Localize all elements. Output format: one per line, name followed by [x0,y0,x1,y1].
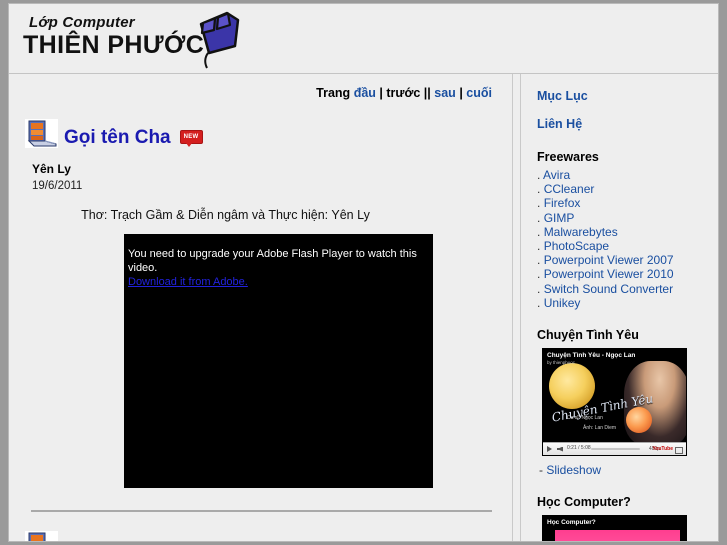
bullet-dot: . [537,224,541,239]
video-thumbnail-chuyen-tinh-yeu[interactable]: Chuyện Tình Yêu - Ngọc Lan by thienphuoc… [542,348,687,457]
sidebar-section-freewares: Freewares [537,150,599,164]
pager-prev-link[interactable]: trước [386,86,420,100]
list-item: . CCleaner [537,182,708,196]
list-item: . Powerpoint Viewer 2007 [537,253,708,267]
bullet-dot: . [537,267,541,282]
new-badge: NEW [179,130,203,147]
play-icon[interactable] [547,446,552,453]
brand-title: THIÊN PHƯỚC [23,31,205,59]
list-item: . Powerpoint Viewer 2010 [537,267,708,281]
brand-subtitle: Lớp Computer [29,14,135,31]
video-thumbnail-title: Học Computer? [547,519,596,527]
pager-next-link[interactable]: sau [434,86,456,100]
freeware-link-powerpoint-viewer-2007[interactable]: Powerpoint Viewer 2007 [544,253,674,267]
sidebar: Mục Lục Liên Hệ Freewares . Avira . CCle… [520,74,718,541]
list-item: . Malwarebytes [537,225,708,239]
list-item: . PhotoScape [537,239,708,253]
freeware-link-firefox[interactable]: Firefox [544,196,581,210]
bullet-dot: . [537,210,541,225]
sidebar-item-lien-he[interactable]: Liên Hệ [537,116,708,132]
freeware-link-powerpoint-viewer-2010[interactable]: Powerpoint Viewer 2010 [544,267,674,281]
bullet-dot: . [537,253,541,268]
video-credit-photo: Ảnh: Lan Diem [583,425,617,432]
slideshow-link[interactable]: Slideshow [546,463,601,477]
freeware-link-ccleaner[interactable]: CCleaner [544,182,595,196]
bullet-dot: . [537,295,541,310]
sidebar-section-hoc-computer: Học Computer? [537,495,631,510]
article-author: Yên Ly [32,162,71,176]
fullscreen-icon[interactable] [675,446,683,454]
list-item: . Avira [537,168,708,182]
freewares-list: . Avira . CCleaner . Firefox . GIMP . Ma… [537,168,708,310]
article-date: 19/6/2011 [32,180,83,192]
freeware-link-unikey[interactable]: Unikey [544,296,581,310]
flash-video-placeholder[interactable]: You need to upgrade your Adobe Flash Pla… [124,234,433,488]
video-thumbnail-hoc-computer[interactable]: Học Computer? You're Beautiful [542,515,687,541]
book-icon [25,119,58,148]
freeware-link-switch-sound-converter[interactable]: Switch Sound Converter [544,282,673,296]
rose-graphic [626,407,652,434]
article-papa: Papa NEW [19,512,504,542]
article-header: Gọi tên Cha NEW [25,114,504,148]
list-item: . Switch Sound Converter [537,282,708,296]
video-thumbnail-uploader: by thienphuoc [547,360,576,366]
pager-label: Trang [316,86,351,100]
pager-separator-2: || [423,86,431,100]
flash-upgrade-message: You need to upgrade your Adobe Flash Pla… [128,248,417,274]
article-caption: Thơ: Trạch Gầm & Diễn ngâm và Thực hiện:… [81,208,370,222]
freeware-link-malwarebytes[interactable]: Malwarebytes [544,225,618,239]
dash-prefix: - [539,463,543,478]
pager-separator-3: | [459,86,463,100]
book-icon [25,531,58,541]
freeware-link-photoscape[interactable]: PhotoScape [544,239,609,253]
flash-message-wrap: You need to upgrade your Adobe Flash Pla… [124,247,433,289]
pager-nav: Trang đầu | trước || sau | cuối [19,74,504,100]
computer-mouse-icon [197,10,243,75]
list-item: . Unikey [537,296,708,310]
flash-download-link[interactable]: Download it from Adobe. [128,276,248,288]
video-player-controls[interactable]: 0:21 / 5:08 480p YouTube [543,442,686,456]
bullet-dot: . [537,239,541,254]
page-container: Lớp Computer THIÊN PHƯỚC Trang đầu | trư… [8,3,719,542]
list-item: . Firefox [537,196,708,210]
site-brand[interactable]: Lớp Computer THIÊN PHƯỚC [23,14,204,59]
moon-graphic [549,363,595,410]
bullet-dot: . [537,168,541,182]
volume-icon[interactable] [557,446,563,452]
youtube-logo[interactable]: YouTube [652,446,673,452]
article-title[interactable]: Gọi tên Cha [64,128,171,148]
article-title[interactable]: Papa [64,540,109,542]
slideshow-link-row: - Slideshow [539,463,708,477]
pager-separator-1: | [379,86,383,100]
article-header-2: Papa NEW [25,526,504,542]
sidebar-section-chuyen-tinh-yeu: Chuyện Tình Yêu [537,328,639,343]
freeware-link-avira[interactable]: Avira [543,168,570,182]
main-content: Trang đầu | trước || sau | cuối Gọi tên … [9,74,513,542]
player-progress-track[interactable] [591,448,640,451]
bullet-dot: . [537,281,541,296]
pager-first-link[interactable]: đầu [354,86,376,100]
video-thumbnail-title: Chuyện Tình Yêu - Ngọc Lan [547,352,636,360]
list-item: . GIMP [537,211,708,225]
pager-last-link[interactable]: cuối [466,86,492,100]
sidebar-item-muc-luc[interactable]: Mục Lục [537,88,708,104]
video-credit-singer: Ca sĩ: Ngọc Lan [567,415,603,422]
site-header: Lớp Computer THIÊN PHƯỚC [9,4,718,74]
bullet-dot: . [537,196,541,211]
content-columns: Trang đầu | trước || sau | cuối Gọi tên … [9,74,718,542]
bullet-dot: . [537,182,541,197]
player-time-display: 0:21 / 5:08 [567,445,591,452]
freeware-link-gimp[interactable]: GIMP [544,211,575,225]
thumbnail-right-band [680,516,686,541]
article-goi-ten-cha: Gọi tên Cha NEW Yên Ly 19/6/2011 Thơ: Tr… [19,100,504,488]
